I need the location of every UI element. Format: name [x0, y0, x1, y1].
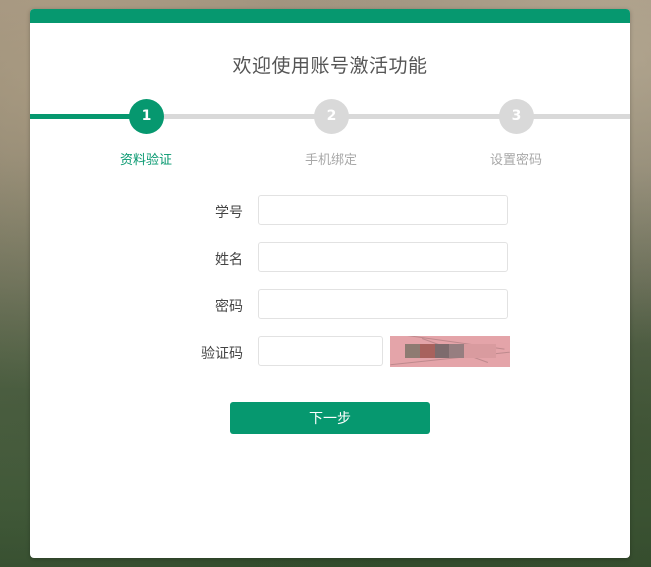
captcha-input[interactable]: [258, 336, 383, 366]
password-label: 密码: [215, 299, 243, 315]
activation-card: 欢迎使用账号激活功能 1 2 3 资料验证 手机绑定 设置密码 学号 姓名 密码…: [30, 9, 630, 558]
next-step-button[interactable]: 下一步: [230, 402, 430, 434]
card-top-accent-bar: [30, 9, 630, 23]
captcha-label: 验证码: [201, 346, 243, 362]
captcha-image[interactable]: [390, 336, 510, 367]
name-input[interactable]: [258, 242, 508, 272]
step-1-circle: 1: [129, 99, 164, 134]
step-2-label: 手机绑定: [304, 153, 357, 168]
student-id-label: 学号: [215, 205, 243, 221]
page-title: 欢迎使用账号激活功能: [232, 55, 428, 77]
step-1-label: 资料验证: [119, 153, 172, 168]
step-3-label: 设置密码: [489, 153, 542, 168]
password-input[interactable]: [258, 289, 508, 319]
step-3-circle: 3: [499, 99, 534, 134]
step-2-circle: 2: [314, 99, 349, 134]
student-id-input[interactable]: [258, 195, 508, 225]
name-label: 姓名: [215, 252, 243, 268]
